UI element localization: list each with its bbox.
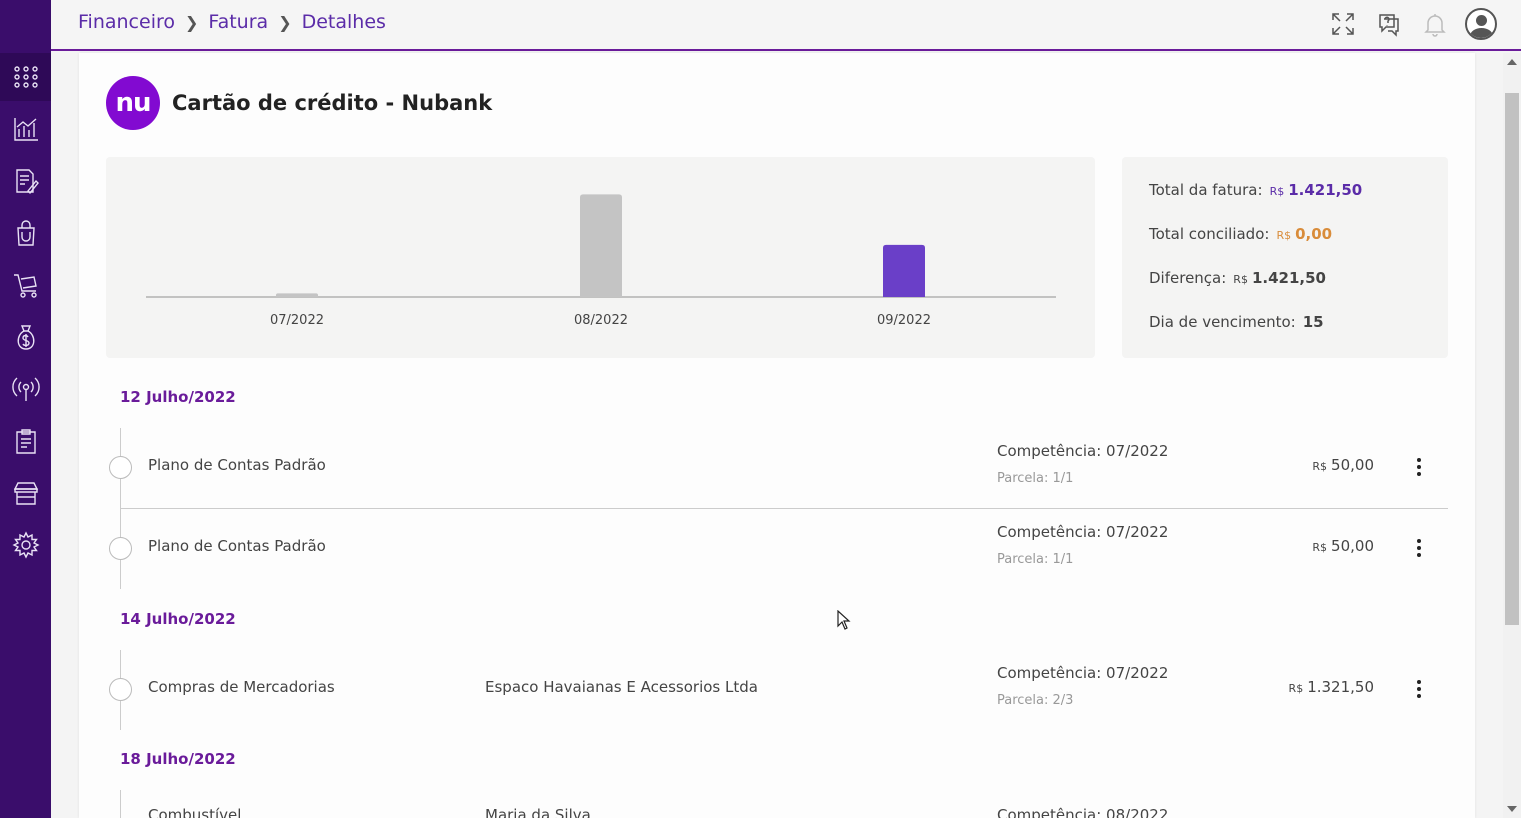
more-vert-icon[interactable] [1409, 536, 1429, 560]
store-icon[interactable] [0, 469, 51, 517]
document-edit-icon[interactable] [0, 157, 51, 205]
summary-total-fatura: Total da fatura: R$ 1.421,50 [1149, 181, 1421, 225]
chart-bar-08-2022[interactable] [580, 194, 622, 297]
breadcrumb: Financeiro ❯ Fatura ❯ Detalhes [78, 11, 386, 33]
apps-grid-icon[interactable] [0, 53, 51, 101]
entry-competencia: Competência: 08/2022 [997, 806, 1169, 818]
nubank-logo: nu [106, 76, 160, 130]
chart-tick-label: 09/2022 [877, 313, 931, 328]
group-date: 14 Julho/2022 [120, 610, 236, 628]
entry-amount-value: 50,00 [1331, 456, 1374, 474]
scroll-down-arrow-icon[interactable] [1507, 806, 1517, 812]
list-item[interactable]: Plano de Contas Padrão Competência: 07/2… [109, 427, 1449, 507]
scroll-up-arrow-icon[interactable] [1507, 59, 1517, 65]
timeline-dot[interactable] [109, 456, 132, 479]
expand-icon[interactable] [1327, 8, 1359, 40]
timeline-dot[interactable] [109, 537, 132, 560]
entry-parcela: Parcela: 1/1 [997, 471, 1074, 486]
shopping-bag-icon[interactable] [0, 209, 51, 257]
entry-supplier: Espaco Havaianas E Acessorios Ltda [485, 678, 758, 696]
entry-category: Combustível [148, 806, 242, 818]
summary-vencimento-label: Dia de vencimento: [1149, 313, 1296, 331]
more-vert-icon[interactable] [1409, 455, 1429, 479]
breadcrumb-financeiro[interactable]: Financeiro [78, 11, 175, 33]
cart-icon[interactable] [0, 261, 51, 309]
chart-tick-label: 07/2022 [270, 313, 324, 328]
summary-total-conciliado-label: Total conciliado: [1149, 225, 1270, 243]
summary-diferenca-value: 1.421,50 [1251, 269, 1326, 287]
breadcrumb-fatura[interactable]: Fatura [208, 11, 268, 33]
summary-total-conciliado-value: 0,00 [1295, 225, 1333, 243]
entry-parcela: Parcela: 1/1 [997, 552, 1074, 567]
entry-category: Compras de Mercadorias [148, 678, 335, 696]
header-actions [1327, 8, 1497, 40]
help-icon[interactable] [1373, 8, 1405, 40]
summary-total-fatura-value: 1.421,50 [1288, 181, 1363, 199]
entry-category: Plano de Contas Padrão [148, 456, 326, 474]
currency-symbol: R$ [1312, 541, 1328, 554]
money-bag-icon[interactable] [0, 313, 51, 361]
entry-amount-value: 50,00 [1331, 537, 1374, 555]
invoice-icon[interactable] [0, 417, 51, 465]
more-vert-icon[interactable] [1409, 677, 1429, 701]
currency-symbol: R$ [1312, 460, 1328, 473]
scrollbar[interactable] [1503, 53, 1521, 818]
timeline-dot[interactable] [109, 678, 132, 701]
list-item[interactable]: Plano de Contas Padrão Competência: 07/2… [109, 508, 1449, 588]
summary-total-conciliado: Total conciliado: R$ 0,00 [1149, 225, 1421, 269]
entry-amount: R$ 50,00 [1312, 456, 1374, 474]
entry-amount: R$ 1.321,50 [1289, 678, 1374, 696]
list-item[interactable]: Combustível Maria da Silva Competência: … [109, 790, 1449, 818]
summary-diferenca: Diferença: R$ 1.421,50 [1149, 269, 1421, 313]
chevron-right-icon: ❯ [185, 12, 199, 32]
invoice-details: nu Cartão de crédito - Nubank 07/2022 08/… [79, 53, 1475, 818]
list-item[interactable]: Compras de Mercadorias Espaco Havaianas … [109, 649, 1449, 729]
invoice-chart: 07/2022 08/2022 09/2022 [106, 157, 1095, 358]
gear-icon[interactable] [0, 521, 51, 569]
chart-icon[interactable] [0, 105, 51, 153]
bell-icon[interactable] [1419, 8, 1451, 40]
summary-total-fatura-label: Total da fatura: [1149, 181, 1263, 199]
sidebar [0, 0, 51, 818]
top-header: Financeiro ❯ Fatura ❯ Detalhes [51, 0, 1521, 51]
scroll-thumb[interactable] [1505, 93, 1519, 625]
entry-competencia: Competência: 07/2022 [997, 442, 1169, 460]
entry-amount: R$ 50,00 [1312, 537, 1374, 555]
broadcast-icon[interactable] [0, 365, 51, 413]
chart-tick-label: 08/2022 [574, 313, 628, 328]
currency-symbol: R$ [1233, 273, 1248, 286]
summary-vencimento: Dia de vencimento: 15 [1149, 313, 1421, 357]
entry-amount-value: 1.321,50 [1307, 678, 1374, 696]
summary-diferenca-label: Diferença: [1149, 269, 1227, 287]
chart-bar-09-2022[interactable] [883, 244, 925, 297]
currency-symbol: R$ [1269, 185, 1285, 198]
currency-symbol: R$ [1276, 229, 1292, 242]
group-date: 12 Julho/2022 [120, 388, 236, 406]
invoice-bar-chart: 07/2022 08/2022 09/2022 [146, 194, 1056, 328]
entry-category: Plano de Contas Padrão [148, 537, 326, 555]
entry-supplier: Maria da Silva [485, 806, 591, 818]
breadcrumb-detalhes[interactable]: Detalhes [302, 11, 386, 33]
invoice-summary: Total da fatura: R$ 1.421,50 Total conci… [1122, 157, 1448, 358]
account-title: Cartão de crédito - Nubank [172, 91, 493, 115]
currency-symbol: R$ [1288, 682, 1304, 695]
chart-bar-07-2022[interactable] [276, 293, 318, 297]
entry-parcela: Parcela: 2/3 [997, 693, 1074, 708]
user-avatar[interactable] [1465, 8, 1497, 40]
mouse-cursor-icon [837, 610, 851, 630]
group-date: 18 Julho/2022 [120, 750, 236, 768]
chevron-right-icon: ❯ [278, 12, 292, 32]
summary-vencimento-value: 15 [1302, 313, 1324, 331]
entry-competencia: Competência: 07/2022 [997, 664, 1169, 682]
account-header: nu Cartão de crédito - Nubank [106, 76, 492, 130]
entry-competencia: Competência: 07/2022 [997, 523, 1169, 541]
